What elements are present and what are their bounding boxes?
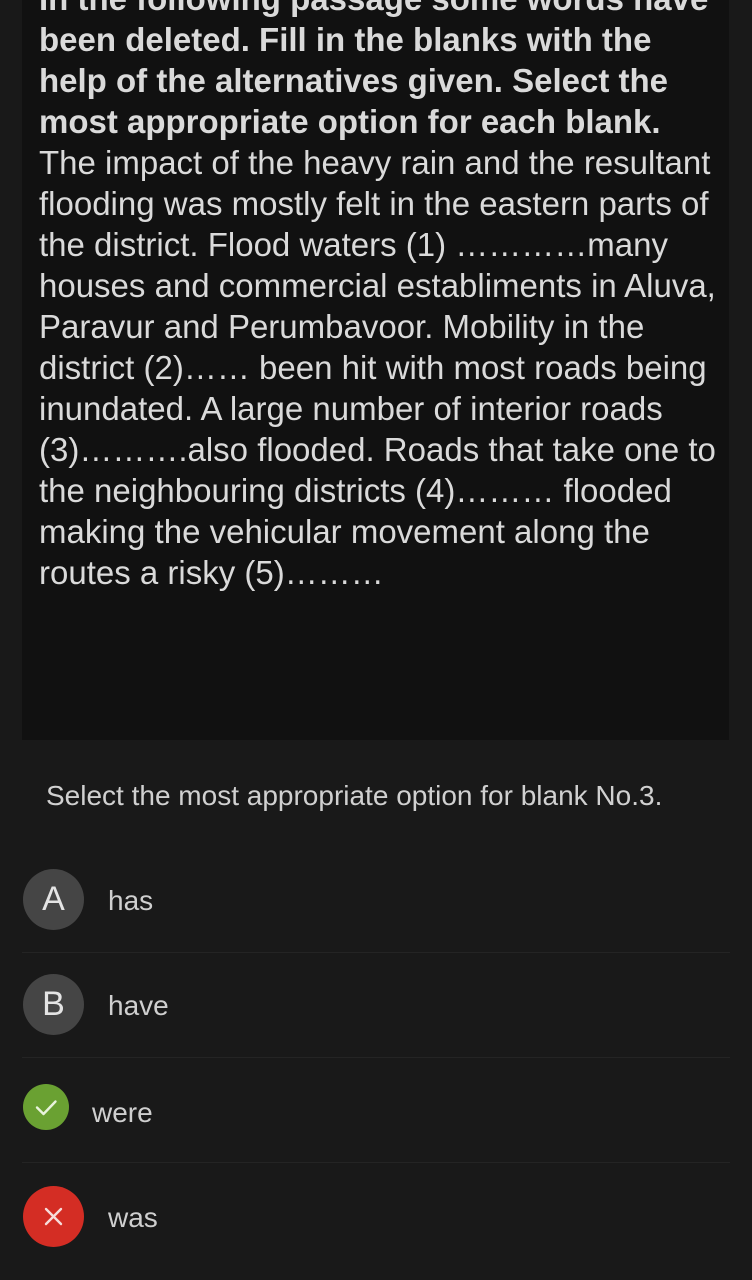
close-icon [23,1186,84,1247]
option-a-letter: A [42,880,65,918]
passage-text-block: In the following passage some words have… [39,0,719,593]
option-b[interactable]: B have [0,953,752,1058]
option-b-text: have [108,990,169,1021]
option-a[interactable]: A has [0,848,752,953]
option-d-text: was [108,1202,158,1233]
check-icon [23,1084,69,1130]
letter-a-icon: A [23,869,84,930]
passage-body: The impact of the heavy rain and the res… [39,144,716,591]
option-d[interactable]: was [0,1163,752,1268]
option-b-letter: B [42,985,65,1023]
letter-b-icon: B [23,974,84,1035]
quiz-screen: In the following passage some words have… [0,0,752,1280]
option-c[interactable]: were [0,1058,752,1163]
option-c-text: were [92,1097,153,1128]
option-a-text: has [108,885,154,916]
passage-instruction: In the following passage some words have… [39,0,708,140]
question-prompt: Select the most appropriate option for b… [46,780,663,811]
